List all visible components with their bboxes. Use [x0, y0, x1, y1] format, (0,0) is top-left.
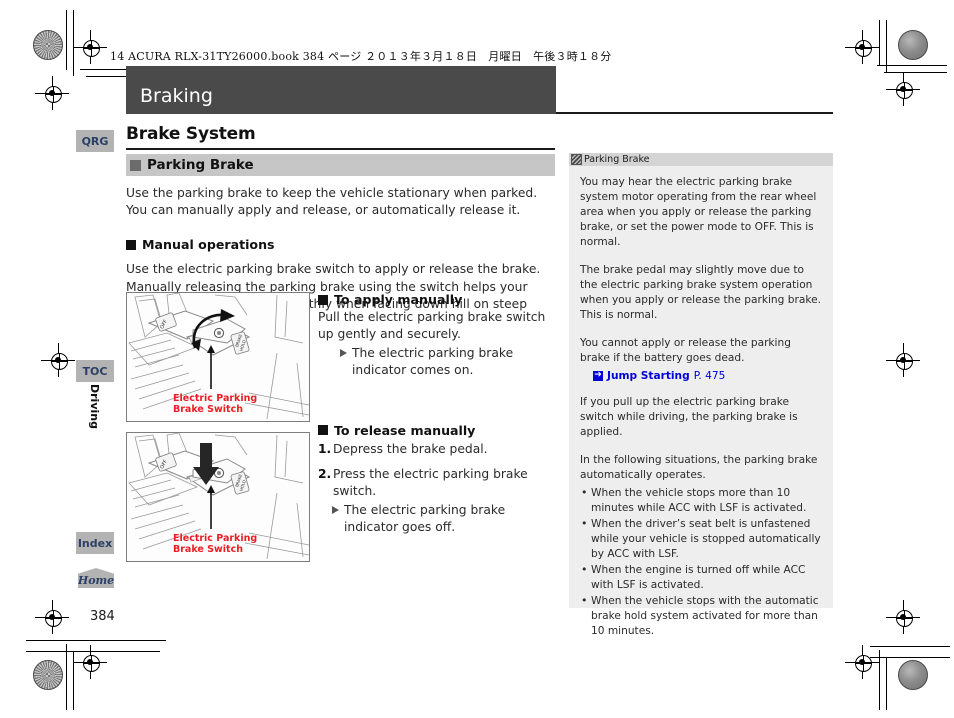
list-item: When the vehicle stops more than 10 minu… [580, 484, 822, 516]
note-paragraph-2: The brake pedal may slightly move due to… [580, 264, 821, 322]
release-step-1: 1. Depress the brake pedal. [318, 441, 558, 458]
registration-mark-top-right-lower [886, 72, 920, 106]
apply-manually-result: The electric parking brake indicator com… [340, 345, 558, 379]
subsection-title: Parking Brake [147, 157, 254, 173]
chapter-title-bar: Braking [126, 66, 556, 114]
note-panel-header: Parking Brake [569, 153, 833, 166]
apply-manually-body: Pull the electric parking brake switch u… [318, 310, 546, 341]
release-manually-heading: To release manually [318, 423, 558, 438]
running-header: 14 ACURA RLX-31TY26000.book 384 ページ ２０１３… [110, 50, 612, 63]
list-item: When the vehicle stops with the automati… [580, 593, 822, 639]
release-step-1-text: Depress the brake pedal. [333, 441, 488, 456]
sidebar-tab-qrg[interactable]: QRG [76, 130, 114, 152]
registration-mark-bottom-left-lower [73, 645, 107, 679]
sidebar-tab-index[interactable]: Index [76, 532, 114, 554]
intro-paragraph: Use the parking brake to keep the vehicl… [126, 186, 538, 218]
note-panel: You may hear the electric parking brake … [569, 166, 833, 637]
section-divider [126, 148, 555, 150]
registration-mark-left-middle [41, 343, 75, 377]
manual-operations-label: Manual operations [142, 237, 275, 253]
sidebar-tab-index-label: Index [77, 536, 113, 550]
release-step-2-text: Press the electric parking brake switch. [333, 466, 528, 498]
steps-column: To apply manually Pull the electric park… [318, 292, 558, 536]
sidebar-tab-toc-label: TOC [82, 364, 108, 378]
home-icon-label: Home [77, 574, 115, 587]
page-title: Braking [140, 85, 213, 107]
note-paragraph-4: If you pull up the electric parking brak… [580, 396, 798, 439]
subsection-header: Parking Brake [126, 154, 555, 176]
release-manually-result: The electric parking brake indicator goe… [332, 502, 558, 536]
note-auto-intro: In the following situations, the parking… [580, 454, 818, 482]
jump-starting-link[interactable]: Jump Starting P. 475 [593, 369, 822, 383]
manual-operations-heading: Manual operations [126, 237, 558, 252]
figure-release-wrapper: OFF BRAKE HOLD Electric Parking Brake Sw… [126, 432, 310, 562]
list-item: When the driver’s seat belt is unfastene… [580, 516, 822, 562]
jump-starting-label: Jump Starting [607, 370, 690, 383]
registration-mark-top-right [845, 30, 879, 64]
title-underline-rule [556, 112, 833, 114]
print-color-patch-bottom-right [898, 660, 928, 690]
release-manually-label: To release manually [334, 422, 476, 438]
note-marker-icon [571, 154, 582, 165]
page-number: 384 [90, 609, 115, 624]
print-color-patch-top-right [898, 30, 928, 60]
release-manually-result-text: The electric parking brake indicator goe… [344, 502, 506, 534]
note-paragraph-3: You cannot apply or release the parking … [580, 337, 791, 365]
figure-release-caption: Electric Parking Brake Switch [173, 533, 257, 555]
apply-manually-label: To apply manually [334, 292, 463, 307]
note-paragraph-1: You may hear the electric parking brake … [580, 176, 817, 249]
square-bullet-icon [318, 425, 328, 436]
chapter-vertical-label: Driving [88, 384, 101, 429]
section-title: Brake System [126, 124, 256, 144]
print-color-patch-top-left [33, 30, 63, 60]
release-step-1-number: 1. [318, 441, 332, 456]
registration-mark-bottom-right [845, 645, 879, 679]
sidebar-tab-home[interactable]: Home [78, 568, 114, 588]
jump-starting-page: P. 475 [693, 370, 726, 383]
note-panel-title: Parking Brake [584, 154, 650, 165]
release-step-2: 2. Press the electric parking brake swit… [318, 466, 558, 500]
figure-apply-caption: Electric Parking Brake Switch [173, 393, 257, 415]
registration-mark-top-left-lower [35, 76, 69, 110]
figure-caption-line-2: Brake Switch [173, 543, 243, 555]
list-item: When the engine is turned off while ACC … [580, 562, 822, 593]
apply-manually-result-text: The electric parking brake indicator com… [352, 345, 514, 377]
registration-mark-top-left [73, 30, 107, 64]
sidebar-tab-toc[interactable]: TOC [76, 360, 114, 382]
apply-manually-heading: To apply manually [318, 292, 558, 307]
registration-mark-bottom-left [35, 600, 69, 634]
release-step-2-number: 2. [318, 466, 332, 481]
triangle-right-icon [340, 348, 347, 357]
registration-mark-right-middle [886, 343, 920, 377]
figure-release-manually: OFF BRAKE HOLD Electric Parking Brake Sw… [126, 432, 310, 562]
square-bullet-icon [318, 294, 328, 305]
sidebar-tab-qrg-label: QRG [81, 134, 109, 148]
square-bullet-icon [130, 159, 141, 171]
print-color-patch-bottom-left [33, 660, 63, 690]
figure-apply-wrapper: OFF BRAKE HOLD Electric Parking Brake Sw… [126, 292, 310, 422]
figure-caption-line-2: Brake Switch [173, 403, 243, 415]
triangle-right-icon [332, 505, 339, 514]
note-auto-bullet-list: When the vehicle stops more than 10 minu… [580, 484, 822, 639]
figure-apply-manually: OFF BRAKE HOLD Electric Parking Brake Sw… [126, 292, 310, 422]
registration-mark-bottom-right-upper [886, 600, 920, 634]
jump-arrow-icon [593, 369, 603, 382]
square-bullet-icon [126, 239, 136, 250]
